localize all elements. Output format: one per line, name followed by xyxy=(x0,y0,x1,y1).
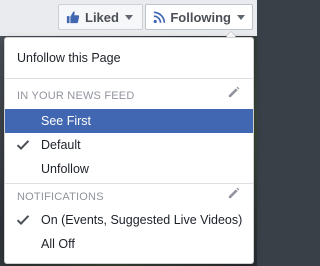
following-button[interactable]: Following xyxy=(145,4,253,30)
notifications-item-on[interactable]: On (Events, Suggested Live Videos) xyxy=(5,208,253,232)
all-off-label: All Off xyxy=(41,237,75,251)
see-first-label: See First xyxy=(41,114,92,128)
divider xyxy=(5,183,253,184)
unfollow-label: Unfollow xyxy=(41,162,89,176)
liked-button[interactable]: Liked xyxy=(58,4,143,30)
news-feed-item-unfollow[interactable]: Unfollow xyxy=(5,157,253,181)
liked-label: Liked xyxy=(85,9,119,25)
checkmark-icon xyxy=(16,140,30,151)
unfollow-page-item[interactable]: Unfollow this Page xyxy=(5,46,253,70)
caret-down-icon xyxy=(237,14,245,20)
checkmark-icon xyxy=(16,215,30,226)
divider xyxy=(5,78,253,79)
following-label: Following xyxy=(170,9,231,25)
unfollow-page-label: Unfollow this Page xyxy=(17,51,121,65)
rss-icon xyxy=(153,11,166,23)
following-dropdown-menu: Unfollow this Page IN YOUR NEWS FEED See… xyxy=(4,37,254,264)
notifications-on-label: On (Events, Suggested Live Videos) xyxy=(41,213,243,227)
notifications-header: NOTIFICATIONS xyxy=(17,191,104,203)
pencil-icon[interactable] xyxy=(227,187,240,200)
caret-down-icon xyxy=(124,14,133,20)
news-feed-header: IN YOUR NEWS FEED xyxy=(17,90,135,102)
default-label: Default xyxy=(41,138,81,152)
thumbs-up-icon xyxy=(66,11,80,24)
pencil-icon[interactable] xyxy=(227,86,240,99)
notifications-item-all-off[interactable]: All Off xyxy=(5,232,253,256)
news-feed-item-see-first[interactable]: See First xyxy=(5,109,253,133)
news-feed-item-default[interactable]: Default xyxy=(5,133,253,157)
